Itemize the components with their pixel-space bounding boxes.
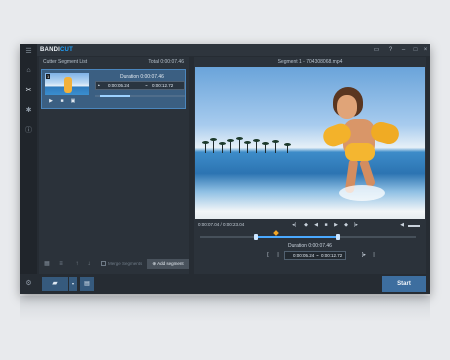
brand-accent-text: CUT — [60, 47, 73, 53]
video-preview[interactable] — [195, 67, 425, 219]
segment-range-input[interactable]: ▴ 0:00:05.24 ~ 0:00:12.72 — [95, 81, 185, 90]
range-separator: ~ — [316, 253, 319, 258]
thumbnail-figure — [64, 77, 72, 93]
range-input[interactable]: 0:00:05.24 ~ 0:00:12.72 — [284, 251, 346, 260]
screen-icon[interactable]: ▣ — [69, 97, 77, 105]
add-segment-button[interactable]: ⊕ Add segment — [147, 259, 189, 269]
segment-list-title: Cutter Segment List — [43, 59, 88, 65]
info-icon[interactable]: ⓘ — [24, 126, 33, 135]
minimize-icon[interactable]: – — [399, 46, 408, 54]
play-icon[interactable]: ▶ — [47, 97, 55, 105]
segment-thumb-controls: ▶ ■ ▣ — [45, 97, 89, 105]
sidebar: ☰ ⌂ ✂ ✱ ⓘ ⚙ — [20, 44, 37, 294]
segment-item[interactable]: 1 ▶ ■ ▣ Duration 0:00:07.46 ▴ 0:00:05.24… — [41, 69, 186, 109]
stop-icon[interactable]: ■ — [58, 97, 66, 105]
move-down-icon[interactable]: ↓ — [85, 260, 93, 268]
settings-cog-icon[interactable]: ✱ — [24, 106, 33, 115]
palm-trees — [195, 137, 315, 153]
maximize-icon[interactable]: □ — [411, 46, 420, 54]
range-end-time[interactable]: 0:00:12.72 — [321, 252, 342, 259]
mark-out-icon[interactable]: ◆ — [342, 221, 350, 229]
mark-in-icon[interactable]: ◆ — [302, 221, 310, 229]
timeline[interactable] — [200, 230, 416, 241]
go-start-icon[interactable]: | — [274, 251, 282, 260]
chevron-down-icon[interactable]: ▾ — [69, 277, 77, 291]
segment-progress-bar — [95, 95, 185, 97]
volume-icon[interactable]: ◀ — [398, 221, 406, 229]
brand-text: BANDI — [40, 47, 60, 53]
cut-icon[interactable]: ✂ — [24, 86, 33, 95]
playhead[interactable] — [272, 230, 279, 236]
segment-list-panel: Cutter Segment List Total 0:00:07.46 1 ▶… — [39, 57, 189, 274]
selection-end-handle[interactable] — [336, 234, 341, 240]
segment-duration: Duration 0:00:07.46 — [120, 74, 164, 80]
bottom-toolbar: ⚙ ▰ ▾ ▤ Start — [20, 274, 430, 294]
rewind-icon[interactable]: ◀ — [312, 221, 320, 229]
timeline-selection — [256, 236, 339, 238]
window-reflection — [20, 296, 430, 322]
go-end-icon[interactable]: ]▸ — [360, 251, 368, 260]
segment-start-time[interactable]: 0:00:05.24 — [108, 82, 129, 89]
preview-panel: Segment 1 - 704308068.mp4 0:00:07.04 / 0… — [194, 57, 426, 274]
time-readout: 0:00:07.04 / 0:00:23.04 — [198, 222, 245, 227]
output-folder-button[interactable]: ▰ — [42, 277, 68, 291]
menu-icon[interactable]: ☰ — [24, 47, 33, 56]
move-up-icon[interactable]: ↑ — [73, 260, 81, 268]
title-bar: BANDICUT ▭ ? – □ × — [20, 44, 430, 56]
swimsuit — [345, 143, 375, 161]
film-icon[interactable]: ▤ — [80, 277, 94, 291]
playback-controls: 0:00:07.04 / 0:00:23.04 ◂| ◆ ◀ ■ ▶ ◆ |▸ … — [194, 220, 426, 231]
range-controls: [ | 0:00:05.24 ~ 0:00:12.72 ]▸ | — [194, 251, 426, 261]
play-icon[interactable]: ▶ — [332, 221, 340, 229]
prev-frame-icon[interactable]: ◂| — [290, 221, 298, 229]
list-view-icon[interactable]: ≡ — [57, 260, 65, 268]
app-window: BANDICUT ▭ ? – □ × ☰ ⌂ ✂ ✱ ⓘ ⚙ Cutter Se… — [20, 44, 430, 294]
selection-start-handle[interactable] — [254, 234, 259, 240]
total-duration: Total 0:00:07.46 — [148, 59, 184, 65]
folder-icon[interactable]: ▭ — [372, 46, 381, 54]
volume-slider[interactable] — [408, 225, 420, 227]
segment-thumbnail: 1 — [45, 73, 89, 95]
spin-up-icon[interactable]: ▴ — [98, 82, 100, 89]
close-icon[interactable]: × — [421, 46, 430, 54]
help-icon[interactable]: ? — [386, 46, 395, 54]
segment-end-time[interactable]: 0:00:12.72 — [152, 82, 173, 89]
segment-list-header: Cutter Segment List Total 0:00:07.46 — [39, 57, 189, 67]
next-frame-icon[interactable]: |▸ — [352, 221, 360, 229]
segment-progress-fill — [100, 95, 130, 97]
merge-segments-checkbox[interactable]: Merge Segments — [101, 260, 142, 268]
preview-title: Segment 1 - 704308068.mp4 — [277, 59, 343, 65]
home-icon[interactable]: ⌂ — [24, 66, 33, 75]
stop-icon[interactable]: ■ — [322, 221, 330, 229]
add-segment-label: Add segment — [157, 261, 184, 266]
segment-range-separator: ~ — [145, 83, 148, 88]
segment-number: 1 — [46, 74, 51, 79]
gear-icon[interactable]: ⚙ — [24, 279, 33, 288]
merge-segments-label: Merge Segments — [108, 261, 143, 266]
set-start-icon[interactable]: [ — [264, 251, 272, 260]
app-logo: BANDICUT — [40, 47, 73, 53]
range-start-time[interactable]: 0:00:05.24 — [293, 252, 314, 259]
start-button[interactable]: Start — [382, 276, 426, 292]
grid-view-icon[interactable]: ▦ — [43, 260, 51, 268]
set-end-icon[interactable]: | — [370, 251, 378, 260]
segment-list-toolbar: ▦ ≡ ↑ ↓ Merge Segments ⊕ Add segment — [39, 258, 189, 270]
selection-duration: Duration 0:00:07.46 — [288, 243, 332, 249]
water-splash — [339, 185, 385, 201]
